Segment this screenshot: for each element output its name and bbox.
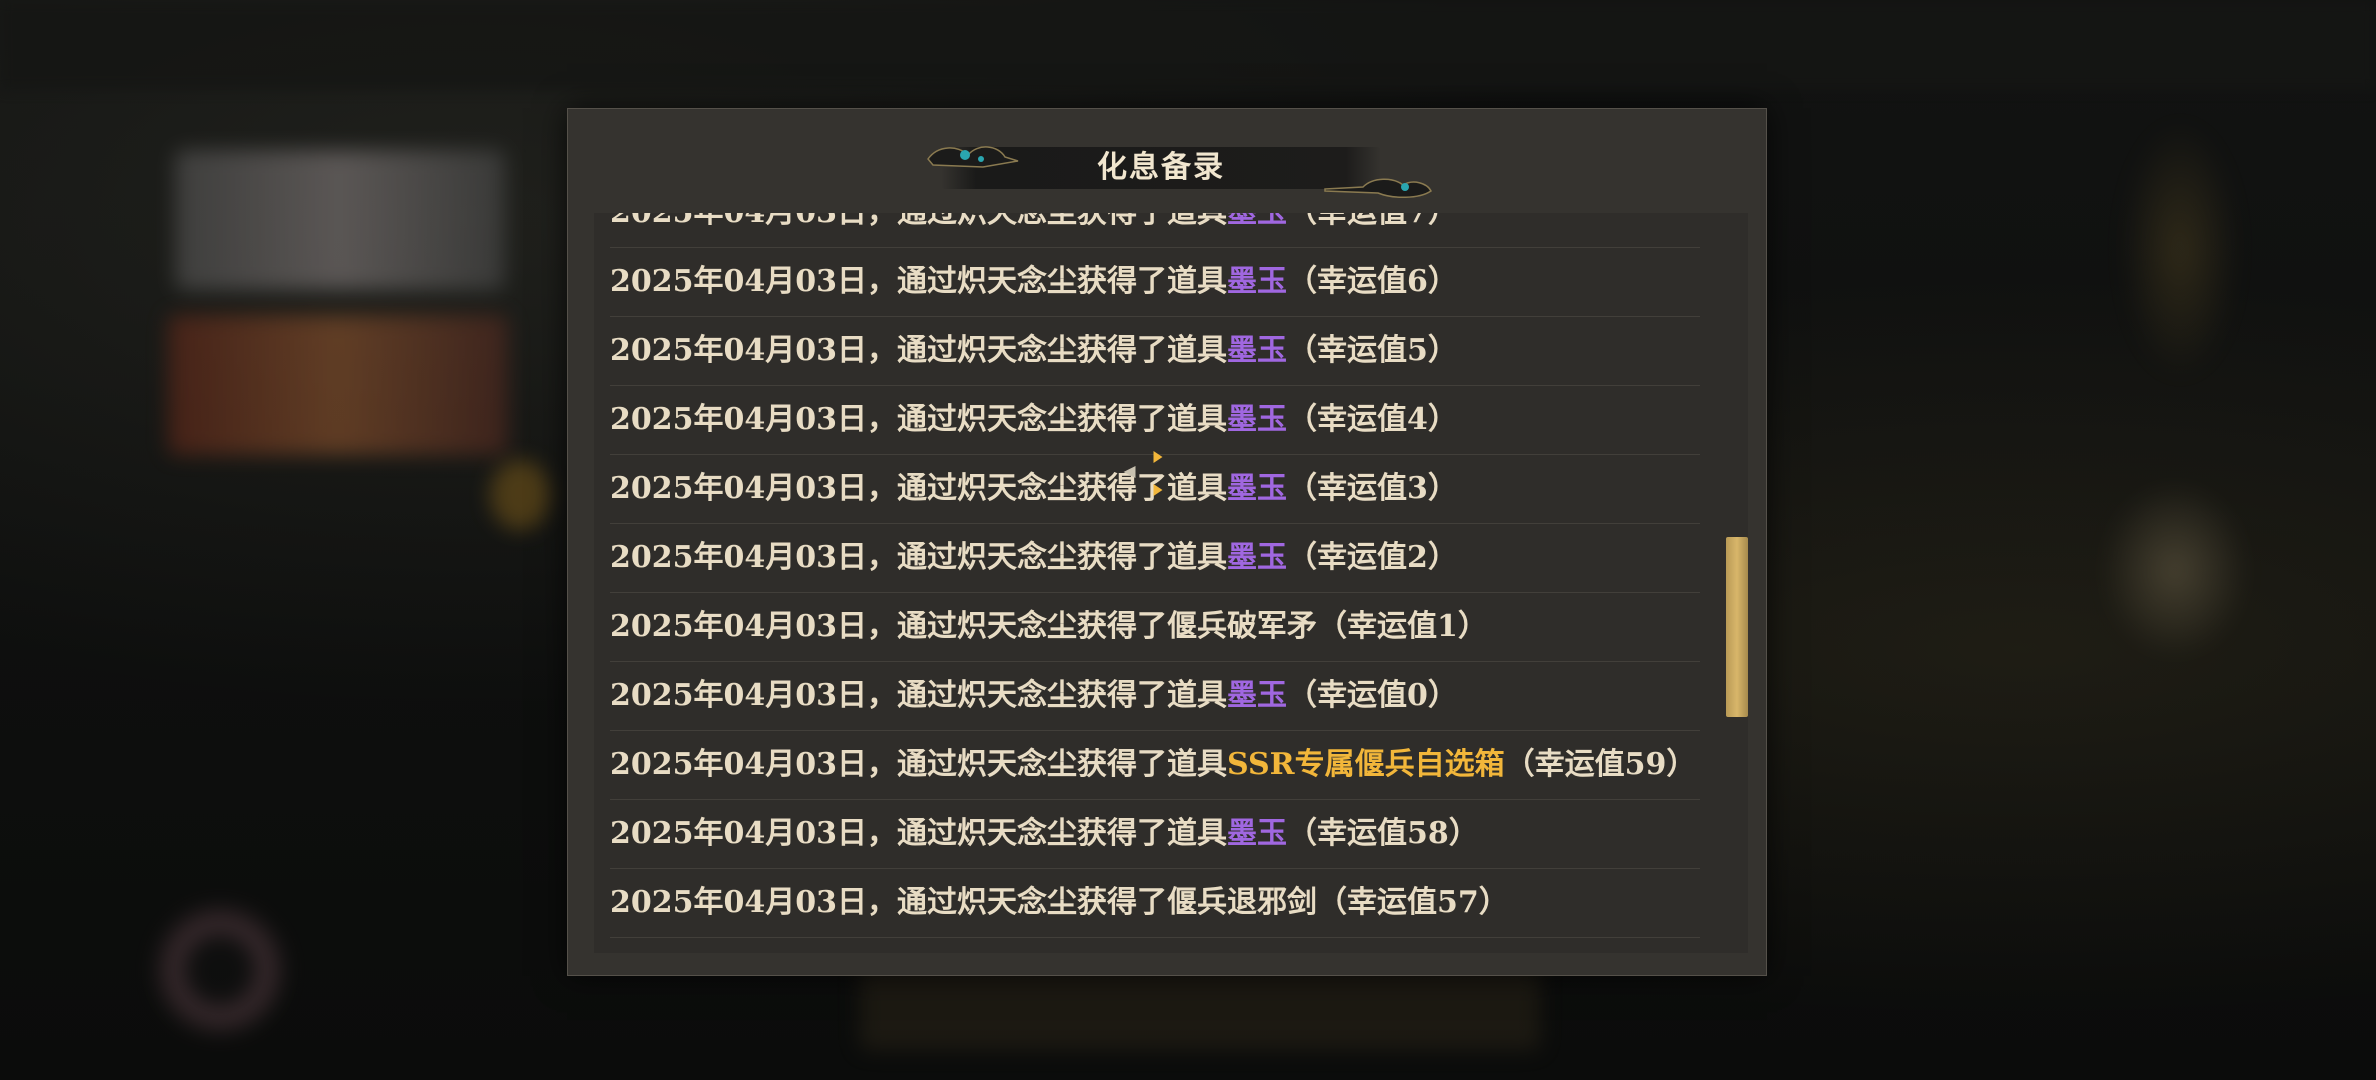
record-prefix: 2025年04月03日，通过炽天念尘获得了 [610,609,1167,644]
record-text: 2025年04月03日，通过炽天念尘获得了道具墨玉（幸运值6） [610,248,1458,316]
record-text: 2025年04月03日，通过炽天念尘获得了道具墨玉（幸运值0） [610,662,1458,730]
record-luck-value: （幸运值59） [1504,747,1697,782]
record-item-name: 偃兵破军矛 [1167,609,1317,644]
record-item-name: 偃兵退邪剑 [1167,885,1317,920]
record-luck-value: （幸运值5） [1287,333,1458,368]
record-luck-value: （幸运值57） [1317,885,1509,920]
record-text: 2025年04月03日，通过炽天念尘获得了道具墨玉（幸运值58） [610,800,1479,868]
record-text: 2025年04月03日，通过炽天念尘获得了道具墨玉（幸运值5） [610,317,1458,385]
record-text: 2025年04月03日，通过炽天念尘获得了道具墨玉（幸运值2） [610,524,1458,592]
record-row: 2025年04月03日，通过炽天念尘获得了道具墨玉（幸运值58） [610,800,1700,869]
record-item-name: 墨玉 [1227,678,1287,713]
record-text: 2025年04月03日，通过炽天念尘获得了道具墨玉（幸运值7） [610,213,1458,247]
title-banner: 化息备录 [923,137,1432,198]
record-prefix: 2025年04月03日，通过炽天念尘获得了道具 [610,678,1227,713]
record-item-name: SSR专属偃兵自选箱 [1227,747,1505,782]
record-luck-value: （幸运值2） [1287,540,1458,575]
record-luck-value: （幸运值0） [1287,678,1458,713]
background-banner-card [175,150,505,290]
record-item-name: 墨玉 [1227,816,1287,851]
record-prefix: 2025年04月03日，通过炽天念尘获得了道具 [610,816,1227,851]
record-row: 2025年04月03日，通过炽天念尘获得了偃兵退邪剑（幸运值57） [610,869,1700,938]
record-prefix: 2025年04月03日，通过炽天念尘获得了道具 [610,333,1227,368]
background-portal-ring [150,900,290,1040]
record-text: 2025年04月03日，通过炽天念尘获得了道具墨玉（幸运值3） [610,455,1458,523]
background-top-bar [0,0,2376,90]
record-row: 2025年04月03日，通过炽天念尘获得了道具SSR专属偃兵自选箱（幸运值59） [610,731,1700,800]
record-item-name: 墨玉 [1227,540,1287,575]
record-text: 2025年04月03日，通过炽天念尘获得了偃兵破军矛（幸运值1） [610,593,1488,661]
record-prefix: 2025年04月03日，通过炽天念尘获得了道具 [610,264,1227,299]
record-prefix: 2025年04月03日，通过炽天念尘获得了道具 [610,540,1227,575]
record-text: 2025年04月03日，通过炽天念尘获得了道具SSR专属偃兵自选箱（幸运值59） [610,731,1696,799]
record-luck-value: （幸运值58） [1287,816,1479,851]
record-text: 2025年04月03日，通过炽天念尘获得了道具墨玉（幸运值4） [610,386,1458,454]
record-luck-value: （幸运值6） [1287,264,1458,299]
record-row: 2025年04月03日，通过炽天念尘获得了道具墨玉（幸运值2） [610,524,1700,593]
record-row: 2025年04月03日，通过炽天念尘获得了道具墨玉（幸运值0） [610,662,1700,731]
background-side-icons [2120,120,2240,380]
record-luck-value: （幸运值7） [1287,213,1458,230]
record-prefix: 2025年04月03日，通过炽天念尘获得了道具 [610,747,1227,782]
record-list: 2025年04月03日，通过炽天念尘获得了道具墨玉（幸运值7）2025年04月0… [610,213,1720,938]
cloud-ornament-icon [1324,178,1432,198]
record-luck-value: （幸运值1） [1317,609,1488,644]
record-text: 2025年04月03日，通过炽天念尘获得了偃兵退邪剑（幸运值57） [610,869,1509,937]
record-list-panel[interactable]: 2025年04月03日，通过炽天念尘获得了道具墨玉（幸运值7）2025年04月0… [594,213,1748,953]
record-luck-value: （幸运值4） [1287,402,1458,437]
record-row: 2025年04月03日，通过炽天念尘获得了道具墨玉（幸运值6） [610,248,1700,317]
sparkle-cursor-icon [1123,451,1163,496]
record-row: 2025年04月03日，通过炽天念尘获得了道具墨玉（幸运值5） [610,317,1700,386]
record-row: 2025年04月03日，通过炽天念尘获得了偃兵破军矛（幸运值1） [610,593,1700,662]
record-row: 2025年04月03日，通过炽天念尘获得了道具墨玉（幸运值7） [610,213,1700,248]
record-item-name: 墨玉 [1227,402,1287,437]
scrollbar-thumb[interactable] [1726,537,1748,717]
record-item-name: 墨玉 [1227,333,1287,368]
record-luck-value: （幸运值3） [1287,471,1458,506]
background-character [2100,480,2250,660]
record-prefix: 2025年04月03日，通过炽天念尘获得了道具 [610,213,1227,230]
record-item-name: 墨玉 [1227,213,1287,230]
record-item-name: 墨玉 [1227,264,1287,299]
record-prefix: 2025年04月03日，通过炽天念尘获得了道具 [610,402,1227,437]
background-banner-card [168,315,508,455]
record-item-name: 墨玉 [1227,471,1287,506]
record-prefix: 2025年04月03日，通过炽天念尘获得了 [610,885,1167,920]
background-gold-orb [490,460,550,530]
record-dialog: 化息备录 2025年04月03日，通过炽天念尘获得了道具墨玉（幸运值7）2025… [567,108,1767,976]
